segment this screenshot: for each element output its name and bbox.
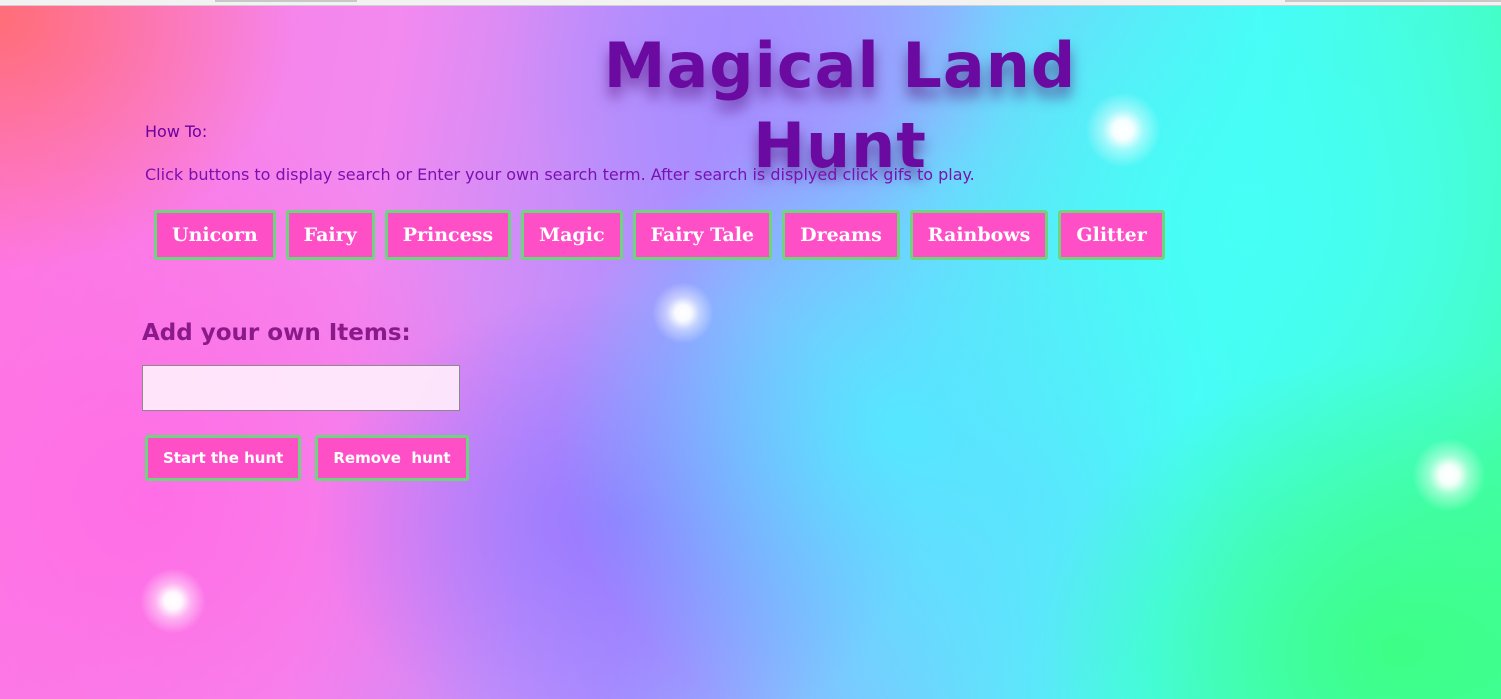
topic-button-fairy-tale[interactable]: Fairy Tale	[632, 210, 773, 260]
topic-button-dreams[interactable]: Dreams	[782, 210, 900, 260]
topic-button-fairy[interactable]: Fairy	[285, 210, 375, 260]
add-items-heading: Add your own Items:	[142, 320, 411, 346]
howto-instructions: Click buttons to display search or Enter…	[145, 165, 975, 184]
howto-label: How To:	[145, 122, 208, 141]
browser-top-bar	[0, 0, 1501, 6]
browser-tab-stub	[215, 0, 357, 2]
custom-item-input[interactable]	[142, 365, 460, 411]
page-title: Magical Land Hunt	[603, 29, 1077, 182]
topic-button-magic[interactable]: Magic	[521, 210, 623, 260]
add-heading-part: Items:	[320, 320, 411, 346]
add-heading-part: Add	[142, 320, 201, 346]
topic-button-unicorn[interactable]: Unicorn	[154, 210, 276, 260]
sparkle-decoration	[140, 568, 206, 634]
sparkle-decoration	[1412, 438, 1486, 512]
remove-hunt-button[interactable]: Remove hunt	[315, 435, 469, 481]
browser-tab-stub	[1285, 0, 1501, 2]
add-heading-emphasis: your own	[200, 320, 321, 346]
hunt-action-row: Start the hunt Remove hunt	[145, 435, 469, 481]
topic-button-glitter[interactable]: Glitter	[1058, 210, 1165, 260]
topic-button-row: Unicorn Fairy Princess Magic Fairy Tale …	[154, 210, 1165, 260]
sparkle-decoration	[652, 282, 714, 344]
topic-button-rainbows[interactable]: Rainbows	[909, 210, 1049, 260]
topic-button-princess[interactable]: Princess	[384, 210, 512, 260]
start-hunt-button[interactable]: Start the hunt	[145, 435, 302, 481]
